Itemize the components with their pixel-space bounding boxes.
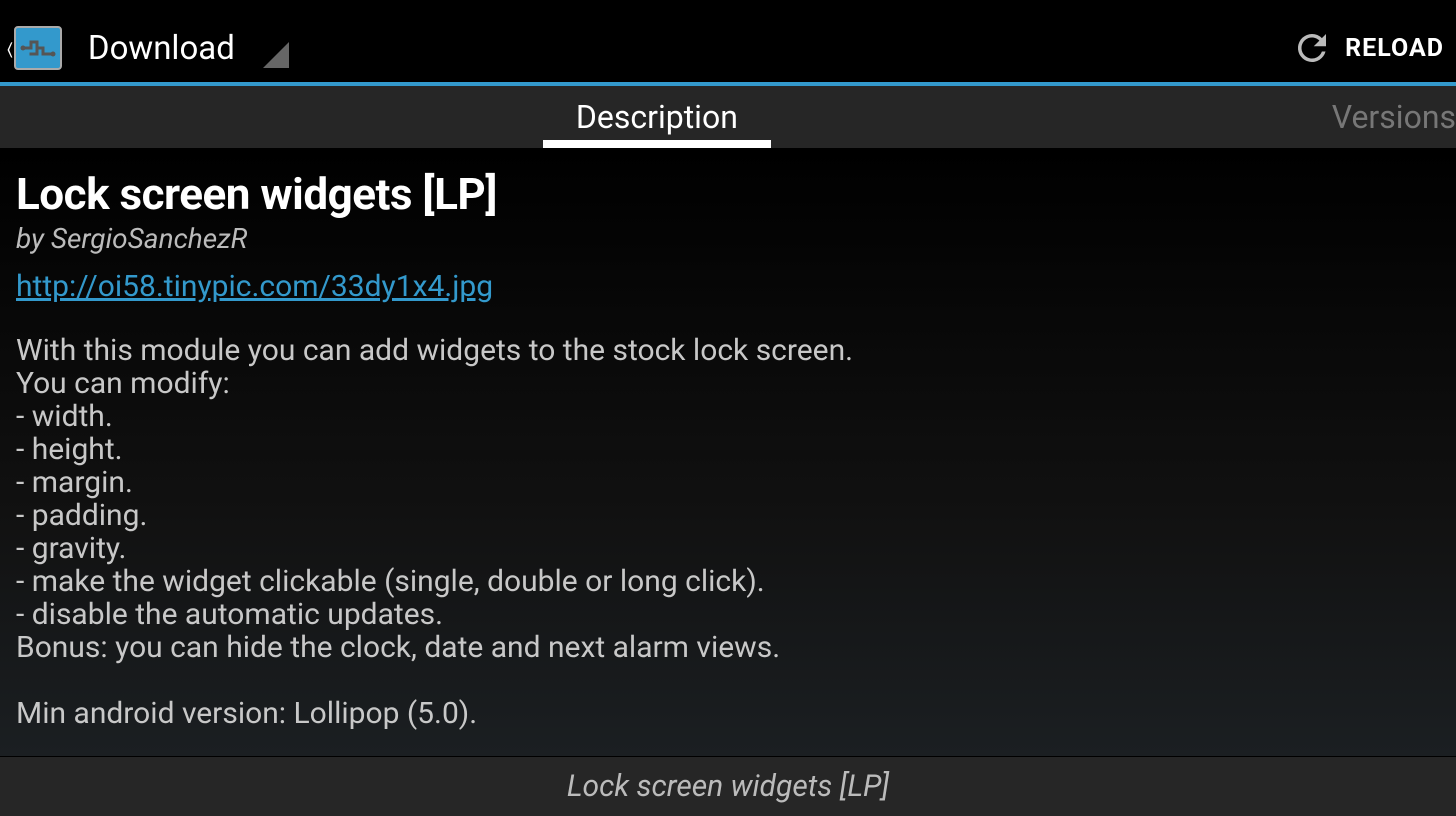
module-description: With this module you can add widgets to … xyxy=(16,334,1440,730)
back-icon[interactable]: ‹ xyxy=(6,28,13,68)
content-area: Lock screen widgets [LP] by SergioSanche… xyxy=(0,148,1456,756)
reload-button[interactable]: RELOAD xyxy=(1291,27,1444,69)
module-link[interactable]: http://oi58.tinypic.com/33dy1x4.jpg xyxy=(16,269,493,304)
tab-active-indicator xyxy=(543,140,771,148)
status-bar xyxy=(0,0,1456,14)
tab-bar: Description Versions xyxy=(0,86,1456,148)
tab-label: Description xyxy=(576,98,738,136)
reload-icon xyxy=(1291,27,1333,69)
page-title[interactable]: Download xyxy=(88,29,235,68)
app-icon[interactable] xyxy=(14,26,62,70)
tab-versions[interactable]: Versions xyxy=(1314,86,1456,148)
tab-label: Versions xyxy=(1332,98,1456,136)
reload-label: RELOAD xyxy=(1345,34,1444,63)
module-author: by SergioSanchezR xyxy=(16,222,1440,255)
spinner-dropdown-icon[interactable] xyxy=(263,42,289,68)
bottom-bar[interactable]: Lock screen widgets [LP] xyxy=(0,756,1456,816)
bottom-title: Lock screen widgets [LP] xyxy=(567,769,889,804)
module-title: Lock screen widgets [LP] xyxy=(16,168,1440,220)
tab-description[interactable]: Description xyxy=(0,86,1314,148)
action-bar: ‹ Download RELOAD xyxy=(0,14,1456,82)
